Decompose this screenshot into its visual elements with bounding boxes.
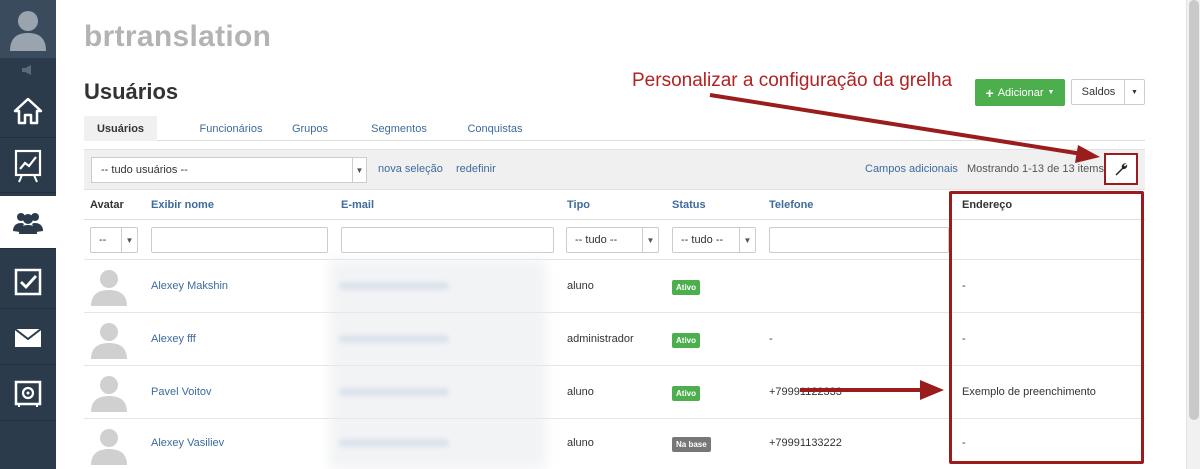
row-name[interactable]: Alexey Vasiliev — [151, 437, 224, 449]
phone-filter-input[interactable] — [769, 227, 949, 253]
add-button[interactable]: + Adicionar ▼ — [975, 79, 1065, 106]
row-name[interactable]: Alexey Makshin — [151, 280, 228, 292]
status-filter-select[interactable]: -- tudo -- ▼ — [672, 227, 756, 253]
saldos-dropdown-toggle[interactable]: ▼ — [1124, 79, 1145, 105]
row-phone: - — [769, 333, 773, 345]
status-badge: Ativo — [672, 280, 700, 295]
col-type[interactable]: Tipo — [567, 199, 590, 211]
avatar-filter-value: -- — [99, 234, 107, 246]
address-column-highlight — [949, 191, 1144, 464]
sidebar — [0, 0, 56, 469]
app-title: brtranslation — [84, 20, 272, 53]
page-title: Usuários — [84, 79, 179, 104]
type-filter-select[interactable]: -- tudo -- ▼ — [566, 227, 659, 253]
status-filter-value: -- tudo -- — [681, 234, 724, 246]
vertical-scrollbar[interactable] — [1186, 0, 1200, 469]
row-type: administrador — [567, 333, 634, 345]
saldos-button[interactable]: Saldos — [1071, 79, 1125, 105]
sidebar-item-reports[interactable] — [0, 140, 56, 193]
row-name[interactable]: Pavel Voitov — [151, 386, 212, 398]
row-phone: +79991122333 — [769, 386, 842, 398]
envelope-icon — [14, 328, 42, 347]
user-selection-select[interactable]: -- tudo usuários -- ▼ — [91, 157, 367, 183]
tab-usuarios[interactable]: Usuários — [84, 116, 157, 141]
caret-down-icon: ▼ — [1047, 89, 1055, 96]
avatar-placeholder-icon — [91, 429, 127, 465]
avatar-placeholder-icon — [91, 376, 127, 412]
user-avatar-button[interactable] — [0, 0, 56, 58]
safe-icon — [14, 380, 42, 407]
col-name[interactable]: Exibir nome — [151, 199, 214, 211]
sidebar-item-safe[interactable] — [0, 368, 56, 421]
status-badge: Na base — [672, 437, 711, 452]
tab-bar: Usuários Funcionários Grupos Segmentos C… — [84, 116, 1145, 141]
status-badge: Ativo — [672, 333, 700, 348]
row-phone: +79991133222 — [769, 437, 842, 449]
caret-down-icon: ▼ — [1131, 88, 1138, 96]
tab-grupos[interactable]: Grupos — [284, 116, 336, 141]
sidebar-item-messages[interactable] — [0, 312, 56, 365]
user-selection-value: -- tudo usuários -- — [101, 164, 188, 176]
sidebar-item-tasks[interactable] — [0, 256, 56, 309]
caret-down-icon: ▼ — [739, 228, 755, 252]
megaphone-icon — [22, 65, 31, 75]
col-status[interactable]: Status — [672, 199, 706, 211]
row-type: aluno — [567, 437, 594, 449]
row-type: aluno — [567, 280, 594, 292]
avatar-placeholder-icon — [91, 270, 127, 306]
chart-board-icon — [14, 149, 42, 183]
status-badge: Ativo — [672, 386, 700, 401]
annotation-text: Personalizar a configuração da grelha — [632, 70, 953, 91]
checkbox-icon — [14, 268, 42, 296]
caret-down-icon: ▼ — [352, 158, 366, 182]
caret-down-icon: ▼ — [121, 228, 137, 252]
row-type: aluno — [567, 386, 594, 398]
users-group-icon — [13, 213, 43, 234]
new-selection-link[interactable]: nova seleção — [378, 163, 443, 175]
type-filter-value: -- tudo -- — [575, 234, 618, 246]
sidebar-item-users[interactable] — [0, 196, 56, 249]
extra-fields-link[interactable]: Campos adicionais — [865, 163, 958, 175]
add-button-label: Adicionar — [997, 86, 1044, 99]
avatar-placeholder-icon — [91, 323, 127, 359]
col-avatar: Avatar — [90, 199, 124, 211]
col-email[interactable]: E-mail — [341, 199, 374, 211]
avatar-filter-select[interactable]: -- ▼ — [90, 227, 138, 253]
scrollbar-thumb[interactable] — [1189, 0, 1199, 420]
notifications-toggle[interactable] — [0, 58, 56, 82]
home-icon — [13, 97, 43, 125]
email-filter-input[interactable] — [341, 227, 554, 253]
plus-icon: + — [985, 84, 994, 101]
reset-link[interactable]: redefinir — [456, 163, 496, 175]
sidebar-item-home[interactable] — [0, 85, 56, 138]
user-avatar-icon — [10, 11, 46, 51]
name-filter-input[interactable] — [151, 227, 328, 253]
tab-conquistas[interactable]: Conquistas — [462, 116, 528, 141]
tab-segmentos[interactable]: Segmentos — [364, 116, 434, 141]
redaction-overlay — [329, 260, 546, 469]
row-name[interactable]: Alexey fff — [151, 333, 196, 345]
saldos-button-label: Saldos — [1081, 86, 1116, 98]
wrench-icon — [1115, 163, 1128, 176]
items-count-text: Mostrando 1-13 de 13 items. — [967, 163, 1108, 175]
grid-settings-button[interactable] — [1104, 153, 1138, 185]
col-phone[interactable]: Telefone — [769, 199, 813, 211]
grid-toolbar: -- tudo usuários -- ▼ nova seleção redef… — [84, 149, 1145, 190]
tab-funcionarios[interactable]: Funcionários — [176, 116, 286, 141]
caret-down-icon: ▼ — [642, 228, 658, 252]
